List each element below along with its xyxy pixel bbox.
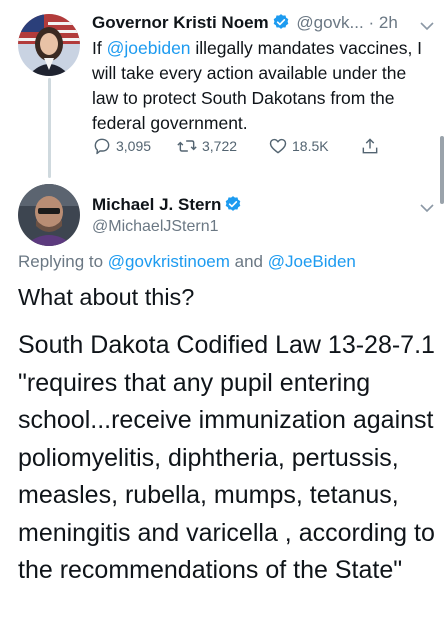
share-icon bbox=[360, 136, 380, 156]
share-button[interactable] bbox=[360, 136, 380, 156]
tweet1-handle[interactable]: @govk... bbox=[296, 13, 363, 32]
replying-to-line: Replying to @govkristinoem and @JoeBiden bbox=[18, 250, 356, 274]
replying-and: and bbox=[229, 252, 268, 271]
verified-badge-icon bbox=[272, 13, 290, 37]
reply-icon bbox=[92, 136, 112, 156]
chevron-down-icon[interactable] bbox=[420, 18, 434, 36]
retweet-button[interactable]: 3,722 bbox=[176, 136, 237, 156]
retweet-count: 3,722 bbox=[202, 138, 238, 154]
tweet2-paragraph-1: What about this? bbox=[18, 284, 195, 310]
tweet2-body: What about this? South Dakota Codified L… bbox=[18, 282, 438, 590]
tweet1-time-separator: · bbox=[368, 13, 375, 32]
replying-prefix: Replying to bbox=[18, 252, 108, 271]
avatar-michael-stern[interactable] bbox=[18, 184, 80, 246]
avatar-kristi-noem[interactable] bbox=[18, 14, 80, 76]
retweet-icon bbox=[176, 136, 198, 156]
mention-joebiden[interactable]: @joebiden bbox=[107, 38, 191, 58]
mention-joebiden-reply[interactable]: @JoeBiden bbox=[268, 252, 356, 271]
tweet2-handle[interactable]: @MichaelJStern1 bbox=[92, 216, 219, 238]
scrollbar-thumb[interactable] bbox=[440, 136, 444, 204]
tweet2-author-name[interactable]: Michael J. Stern bbox=[92, 195, 221, 214]
thread-connector-line bbox=[48, 78, 51, 178]
like-icon bbox=[268, 136, 288, 156]
like-button[interactable]: 18.5K bbox=[268, 136, 329, 156]
reply-button[interactable]: 3,095 bbox=[92, 136, 151, 156]
reply-count: 3,095 bbox=[116, 138, 152, 154]
tweet2-paragraph-2: South Dakota Codified Law 13-28-7.1 "req… bbox=[18, 331, 435, 584]
tweet1-text-before: If bbox=[92, 38, 107, 58]
tweet1-text: If @joebiden illegally mandates vaccines… bbox=[92, 36, 432, 136]
verified-badge-icon bbox=[224, 195, 242, 219]
mention-govkristinoem[interactable]: @govkristinoem bbox=[108, 252, 230, 271]
chevron-down-icon[interactable] bbox=[420, 200, 434, 218]
tweet1-author-name[interactable]: Governor Kristi Noem bbox=[92, 13, 269, 32]
tweet1-timestamp[interactable]: 2h bbox=[379, 13, 398, 32]
like-count: 18.5K bbox=[292, 138, 329, 154]
tweet1-header: Governor Kristi Noem @govk... · 2h bbox=[92, 12, 436, 37]
tweet1-action-bar: 3,095 3,722 18.5K bbox=[92, 136, 392, 160]
